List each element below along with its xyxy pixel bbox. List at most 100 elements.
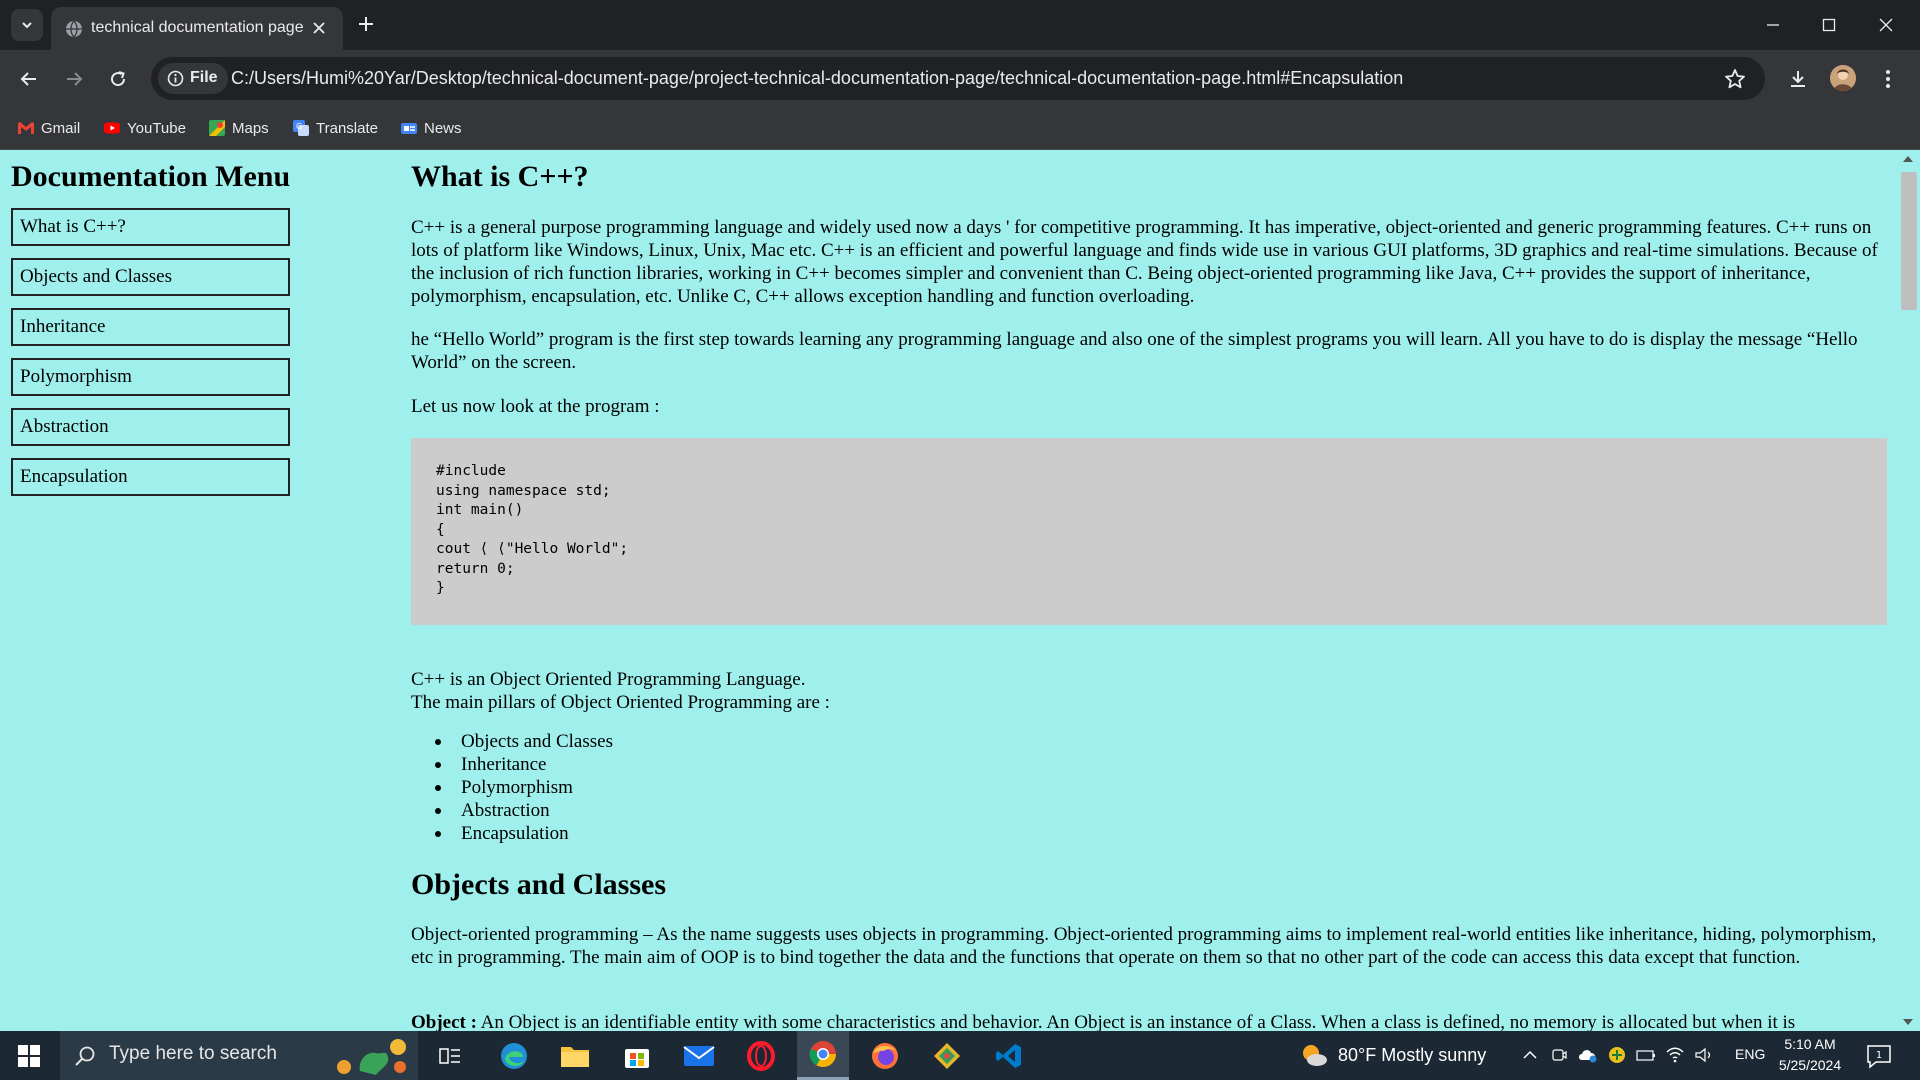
git-diamond-icon: [934, 1042, 960, 1069]
bookmark-star-icon[interactable]: [1723, 67, 1747, 91]
firefox-icon: [872, 1042, 898, 1069]
taskbar-chrome[interactable]: [797, 1031, 849, 1080]
bookmark-gmail[interactable]: Gmail: [17, 117, 80, 139]
reload-icon: [111, 71, 126, 87]
bookmark-news[interactable]: News: [400, 117, 462, 139]
avatar-icon: [1830, 65, 1856, 91]
browser-tab[interactable]: technical documentation page: [51, 7, 343, 50]
bookmark-label: News: [424, 119, 462, 137]
taskbar-vscode[interactable]: [983, 1031, 1035, 1080]
code-line: {: [436, 521, 445, 538]
tab-close-button[interactable]: [307, 16, 331, 40]
paragraph: he “Hello World” program is the first st…: [411, 329, 1858, 373]
taskbar-store[interactable]: [611, 1031, 663, 1080]
notification-count: 1: [1876, 1050, 1882, 1061]
code-line: #include: [436, 463, 506, 479]
arrow-right-icon: [67, 72, 83, 86]
list-item: Encapsulation: [435, 822, 1035, 845]
task-view-button[interactable]: [424, 1031, 476, 1080]
code-line: int main(): [436, 502, 524, 518]
clock-date: 5/25/2024: [1778, 1057, 1842, 1073]
scroll-up-arrow-icon[interactable]: [1903, 156, 1913, 162]
forward-button[interactable]: [59, 64, 89, 94]
tray-battery[interactable]: [1636, 1045, 1656, 1065]
gmail-icon: [18, 122, 34, 134]
new-tab-button[interactable]: [354, 12, 378, 36]
page-viewport: Documentation Menu What is C++? Objects …: [0, 150, 1920, 1031]
scroll-thumb[interactable]: [1901, 172, 1917, 310]
taskbar-git[interactable]: [921, 1031, 973, 1080]
menu-button[interactable]: [1873, 64, 1903, 94]
paragraph: Let us now look at the program :: [411, 396, 660, 417]
taskbar-firefox[interactable]: [859, 1031, 911, 1080]
opera-icon: [747, 1040, 775, 1071]
site-info-chip[interactable]: File: [158, 63, 228, 94]
battery-icon: [1636, 1050, 1655, 1061]
notification-icon[interactable]: 1: [1866, 1043, 1892, 1069]
browser-toolbar: File C:/Users/Humi%20Yar/Desktop/technic…: [0, 50, 1920, 107]
nav-link-what-is-cpp[interactable]: What is C++?: [11, 208, 290, 246]
nav-link-inheritance[interactable]: Inheritance: [11, 308, 290, 346]
arrow-left-icon: [20, 72, 36, 86]
maximize-button[interactable]: [1805, 10, 1853, 40]
paragraph: Object : An Object is an identifiable en…: [411, 1011, 1887, 1031]
list-item: Inheritance: [435, 753, 1035, 776]
windows-start-icon[interactable]: [18, 1045, 40, 1067]
downloads-button[interactable]: [1783, 64, 1813, 94]
taskbar-search[interactable]: Type here to search: [60, 1031, 418, 1080]
nav-link-abstraction[interactable]: Abstraction: [11, 408, 290, 446]
edge-icon: [501, 1042, 527, 1069]
bookmark-label: Gmail: [41, 119, 81, 137]
nav-link-objects-and-classes[interactable]: Objects and Classes: [11, 258, 290, 296]
paragraph: Object-oriented programming – As the nam…: [411, 924, 1877, 968]
pillars-list: Objects and Classes Inheritance Polymorp…: [435, 730, 1035, 845]
tab-search-button[interactable]: [11, 9, 43, 41]
profile-avatar[interactable]: [1830, 65, 1856, 91]
partly-sunny-icon: [1303, 1045, 1327, 1066]
translate-icon: G: [293, 120, 309, 136]
taskbar-file-explorer[interactable]: [549, 1031, 601, 1080]
close-window-button[interactable]: [1862, 10, 1910, 40]
input-language[interactable]: ENG: [1735, 1046, 1765, 1062]
page-scrollbar[interactable]: [1896, 150, 1920, 1031]
clock-time: 5:10 AM: [1784, 1036, 1836, 1052]
list-item: Polymorphism: [435, 776, 1035, 799]
plus-icon: [359, 17, 373, 31]
youtube-icon: [104, 122, 120, 134]
tray-app[interactable]: [1607, 1045, 1627, 1065]
search-icon: [75, 1046, 95, 1066]
tray-meet[interactable]: [1549, 1045, 1569, 1065]
bookmark-translate[interactable]: G Translate: [292, 117, 378, 139]
taskbar-edge[interactable]: [488, 1031, 540, 1080]
more-vertical-icon: [1886, 70, 1890, 88]
scroll-down-arrow-icon[interactable]: [1903, 1019, 1913, 1025]
show-hidden-icons[interactable]: [1520, 1045, 1540, 1065]
reload-button[interactable]: [103, 64, 133, 94]
close-icon: [313, 22, 325, 34]
speaker-icon: [1695, 1047, 1711, 1063]
tray-onedrive[interactable]: [1578, 1045, 1598, 1065]
paragraph-line: The main pillars of Object Oriented Prog…: [411, 692, 830, 713]
tray-volume[interactable]: [1694, 1045, 1714, 1065]
url-text[interactable]: C:/Users/Humi%20Yar/Desktop/technical-do…: [231, 68, 1403, 89]
weather-widget[interactable]: 80°F Mostly sunny: [1300, 1043, 1486, 1067]
clock[interactable]: 5:10 AM 5/25/2024: [1770, 1034, 1850, 1076]
mail-icon: [683, 1045, 715, 1066]
back-button[interactable]: [14, 64, 44, 94]
address-bar[interactable]: File C:/Users/Humi%20Yar/Desktop/technic…: [151, 57, 1765, 100]
bookmark-youtube[interactable]: YouTube: [103, 117, 186, 139]
nav-link-encapsulation[interactable]: Encapsulation: [11, 458, 290, 496]
file-label: File: [190, 69, 218, 86]
close-icon: [1879, 18, 1893, 32]
taskbar-opera[interactable]: [735, 1031, 787, 1080]
tab-title: technical documentation page: [91, 19, 304, 36]
bookmark-label: YouTube: [127, 119, 186, 137]
minimize-icon: [1767, 24, 1779, 26]
bookmark-maps[interactable]: Maps: [208, 117, 269, 139]
taskbar-mail[interactable]: [673, 1031, 725, 1080]
tray-wifi[interactable]: [1665, 1045, 1685, 1065]
code-line: cout ⟨ ⟨"Hello World";: [436, 541, 629, 557]
weather-text: 80°F Mostly sunny: [1338, 1044, 1487, 1065]
nav-link-polymorphism[interactable]: Polymorphism: [11, 358, 290, 396]
minimize-button[interactable]: [1749, 10, 1797, 40]
